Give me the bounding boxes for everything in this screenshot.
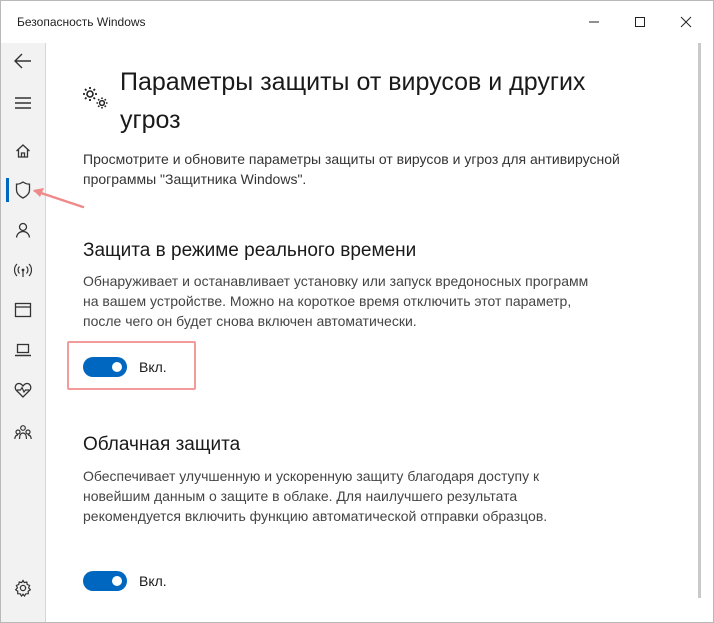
sidebar-item-device-health[interactable]: [1, 372, 45, 408]
sidebar: [1, 43, 46, 622]
maximize-button[interactable]: [617, 1, 663, 43]
back-arrow-icon: [14, 53, 31, 69]
realtime-protection-description: Обнаруживает и останавливает установку и…: [83, 273, 589, 329]
sidebar-item-account[interactable]: [1, 212, 45, 248]
hamburger-menu-icon: [15, 97, 31, 109]
sidebar-item-home[interactable]: [1, 133, 45, 169]
home-icon: [16, 144, 30, 158]
family-icon: [14, 425, 32, 440]
cloud-protection-toggle[interactable]: [83, 571, 127, 591]
minimize-button[interactable]: [571, 1, 617, 43]
realtime-protection-title: Защита в режиме реального времени: [83, 240, 417, 261]
heart-pulse-icon: [14, 382, 32, 398]
close-icon: [680, 16, 692, 28]
title-bar: Безопасность Windows: [1, 1, 713, 43]
cloud-protection-title: Облачная защита: [83, 434, 241, 455]
browser-window-icon: [14, 302, 32, 318]
settings-gears-icon: [83, 87, 108, 109]
wireless-signal-icon: [14, 263, 32, 277]
main-content: Параметры защиты от вирусов и других угр…: [45, 43, 695, 622]
cloud-protection-description: Обеспечивает улучшенную и ускоренную защ…: [83, 468, 548, 524]
sidebar-item-device-security[interactable]: [1, 332, 45, 368]
page-title: Параметры защиты от вирусов и других угр…: [120, 68, 586, 134]
page-description: Просмотрите и обновите параметры защиты …: [83, 151, 620, 187]
sidebar-item-back[interactable]: [1, 43, 45, 79]
minimize-icon: [589, 21, 599, 23]
maximize-icon: [635, 17, 645, 27]
sidebar-item-family[interactable]: [1, 414, 45, 450]
scrollbar[interactable]: [698, 43, 701, 598]
laptop-icon: [15, 343, 31, 357]
pointer-arrow-annotation: [33, 188, 85, 209]
person-icon: [15, 222, 31, 238]
sidebar-item-app-browser[interactable]: [1, 292, 45, 328]
gear-icon: [14, 579, 32, 597]
sidebar-item-firewall[interactable]: [1, 252, 45, 288]
sidebar-item-menu[interactable]: [1, 85, 45, 121]
close-button[interactable]: [663, 1, 709, 43]
window-title: Безопасность Windows: [17, 15, 146, 29]
cloud-protection-toggle-label: Вкл.: [139, 573, 167, 589]
sidebar-item-settings[interactable]: [1, 570, 45, 606]
active-indicator: [6, 178, 9, 202]
cloud-protection-toggle-row: Вкл.: [83, 570, 167, 592]
highlight-annotation-box: [67, 341, 196, 390]
app-window: Безопасность Windows Параметры защиты от…: [0, 0, 714, 623]
toggle-knob: [112, 576, 122, 586]
